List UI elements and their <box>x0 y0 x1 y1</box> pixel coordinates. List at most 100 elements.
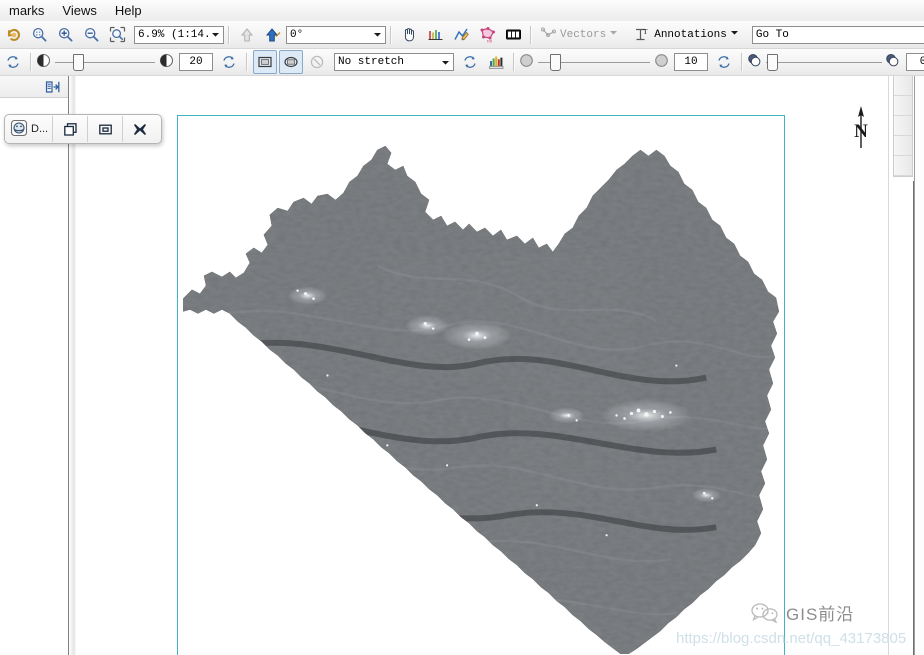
zoom-selection-icon <box>109 26 125 43</box>
zoom-level-combo[interactable]: 6.9% (1:14.6 <box>134 25 224 44</box>
dock-collapse-button[interactable] <box>42 77 63 97</box>
north-arrow-label: N <box>854 121 868 142</box>
hand-pan-icon <box>404 28 414 42</box>
reset-zoom-button[interactable] <box>1 23 25 47</box>
float-minimize-button[interactable] <box>88 116 122 142</box>
spectral-profile-icon <box>453 28 469 41</box>
lock-refresh-icon <box>310 55 324 69</box>
zoom-in-icon <box>58 27 72 42</box>
full-extent-icon <box>258 56 272 68</box>
contrast-value-input[interactable]: 10 <box>674 53 708 71</box>
chevron-down-icon <box>208 27 223 43</box>
right-toolstrip[interactable] <box>893 76 913 177</box>
toolbar-separator <box>246 53 248 71</box>
view-extent-icon <box>284 56 298 68</box>
pixel-value-icon <box>505 29 521 40</box>
rotation-value: 0° <box>290 28 304 41</box>
stretch-view-extent-button[interactable] <box>279 50 303 74</box>
arrow-up-icon <box>240 27 254 41</box>
spectral-profile-button[interactable] <box>449 23 473 47</box>
annotation-icon: T <box>636 27 648 41</box>
zoom-in-button[interactable] <box>53 23 77 47</box>
watermark-brand-label: GIS前沿 <box>786 605 855 624</box>
pan-button[interactable] <box>397 23 421 47</box>
right-toolstrip-item[interactable] <box>894 116 912 136</box>
refresh-icon <box>223 56 235 68</box>
right-toolstrip-item[interactable] <box>894 96 912 116</box>
minimize-window-icon <box>98 124 112 134</box>
chevron-down-icon <box>730 28 739 41</box>
zoom-out-button[interactable] <box>79 23 103 47</box>
stretch-full-extent-button[interactable] <box>253 50 277 74</box>
close-icon <box>134 123 146 135</box>
menu-help[interactable]: Help <box>106 1 151 20</box>
refresh-icon <box>464 56 476 68</box>
floating-toolbar-title[interactable]: D... <box>5 119 52 140</box>
wechat-logo-icon <box>751 602 778 623</box>
contrast-slider-thumb[interactable] <box>549 54 561 71</box>
annotations-menu[interactable]: T Annotations <box>629 23 744 46</box>
transparency-value-input[interactable]: 0 <box>906 53 924 71</box>
stretch-apply-button[interactable] <box>458 50 482 74</box>
rotate-arrow-icon <box>265 27 281 41</box>
zoom-out-icon <box>84 27 98 42</box>
brightness-reset-button[interactable] <box>1 50 25 74</box>
menu-bookmarks[interactable]: marks <box>0 1 53 20</box>
stretch-type-value: No stretch <box>338 56 405 68</box>
rotate-view-button[interactable] <box>261 23 285 47</box>
right-toolstrip-item[interactable] <box>894 156 912 176</box>
contrast-icon <box>519 53 534 71</box>
pixel-value-button[interactable] <box>501 23 525 47</box>
watermark-url: https://blog.csdn.net/qq_43173805 <box>676 630 907 647</box>
vertical-scrollbar[interactable] <box>914 76 924 655</box>
contrast-slider[interactable] <box>538 53 650 71</box>
vectors-menu-label: Vectors <box>560 28 607 41</box>
rotate-north-up-button[interactable] <box>235 23 259 47</box>
goto-combo[interactable]: Go To <box>751 25 924 44</box>
brightness-icon <box>159 53 174 71</box>
right-toolstrip-item[interactable] <box>894 76 912 96</box>
brightness-slider-track <box>55 61 155 63</box>
annotations-menu-label: Annotations <box>654 28 727 41</box>
refresh-icon <box>718 56 730 68</box>
brightness-icon <box>36 53 51 71</box>
svg-text:T: T <box>643 27 648 36</box>
layer-stack-icon <box>10 119 28 140</box>
menu-views[interactable]: Views <box>53 1 105 20</box>
rotation-combo[interactable]: 0° <box>286 25 386 44</box>
right-toolstrip-item[interactable] <box>894 136 912 156</box>
map-canvas-area[interactable]: N <box>76 76 888 655</box>
vectors-menu[interactable]: Vectors <box>536 23 623 46</box>
zoom-fit-icon <box>32 27 46 42</box>
transparency-slider[interactable] <box>766 53 882 71</box>
north-arrow: N <box>846 104 876 152</box>
crosshair-button[interactable] <box>423 23 447 47</box>
zoom-to-fit-button[interactable] <box>27 23 51 47</box>
toolbar-primary: 6.9% (1:14.6 0° <box>0 21 924 49</box>
region-of-interest-button[interactable]: roi <box>475 23 499 47</box>
menu-bookmarks-label: marks <box>9 3 45 18</box>
svg-text:roi: roi <box>487 38 492 43</box>
float-close-button[interactable] <box>123 116 157 142</box>
menu-bar: marks Views Help <box>0 0 924 22</box>
transparency-slider-thumb[interactable] <box>766 54 778 71</box>
chevron-down-icon <box>370 27 385 43</box>
crosshair-icon <box>428 30 442 40</box>
stretch-type-combo[interactable]: No stretch <box>334 53 454 71</box>
histogram-button[interactable] <box>484 50 508 74</box>
brightness-slider-thumb[interactable] <box>73 54 84 71</box>
contrast-reset-button[interactable] <box>712 50 736 74</box>
brightness-value-input[interactable]: 20 <box>179 53 213 71</box>
zoom-to-selection-button[interactable] <box>105 23 129 47</box>
map-view-frame[interactable] <box>177 115 785 655</box>
north-arrow-icon: N <box>854 106 868 148</box>
stretch-lock-button[interactable] <box>305 50 329 74</box>
brightness-slider[interactable] <box>55 53 155 71</box>
contrast-icon <box>654 53 669 71</box>
stretch-reset-button[interactable] <box>217 50 241 74</box>
transparency-icon <box>885 53 901 71</box>
float-restore-button[interactable] <box>53 116 87 142</box>
chevron-down-icon <box>438 54 453 70</box>
histogram-icon <box>488 56 503 69</box>
nighttime-lights-raster[interactable] <box>178 116 784 655</box>
